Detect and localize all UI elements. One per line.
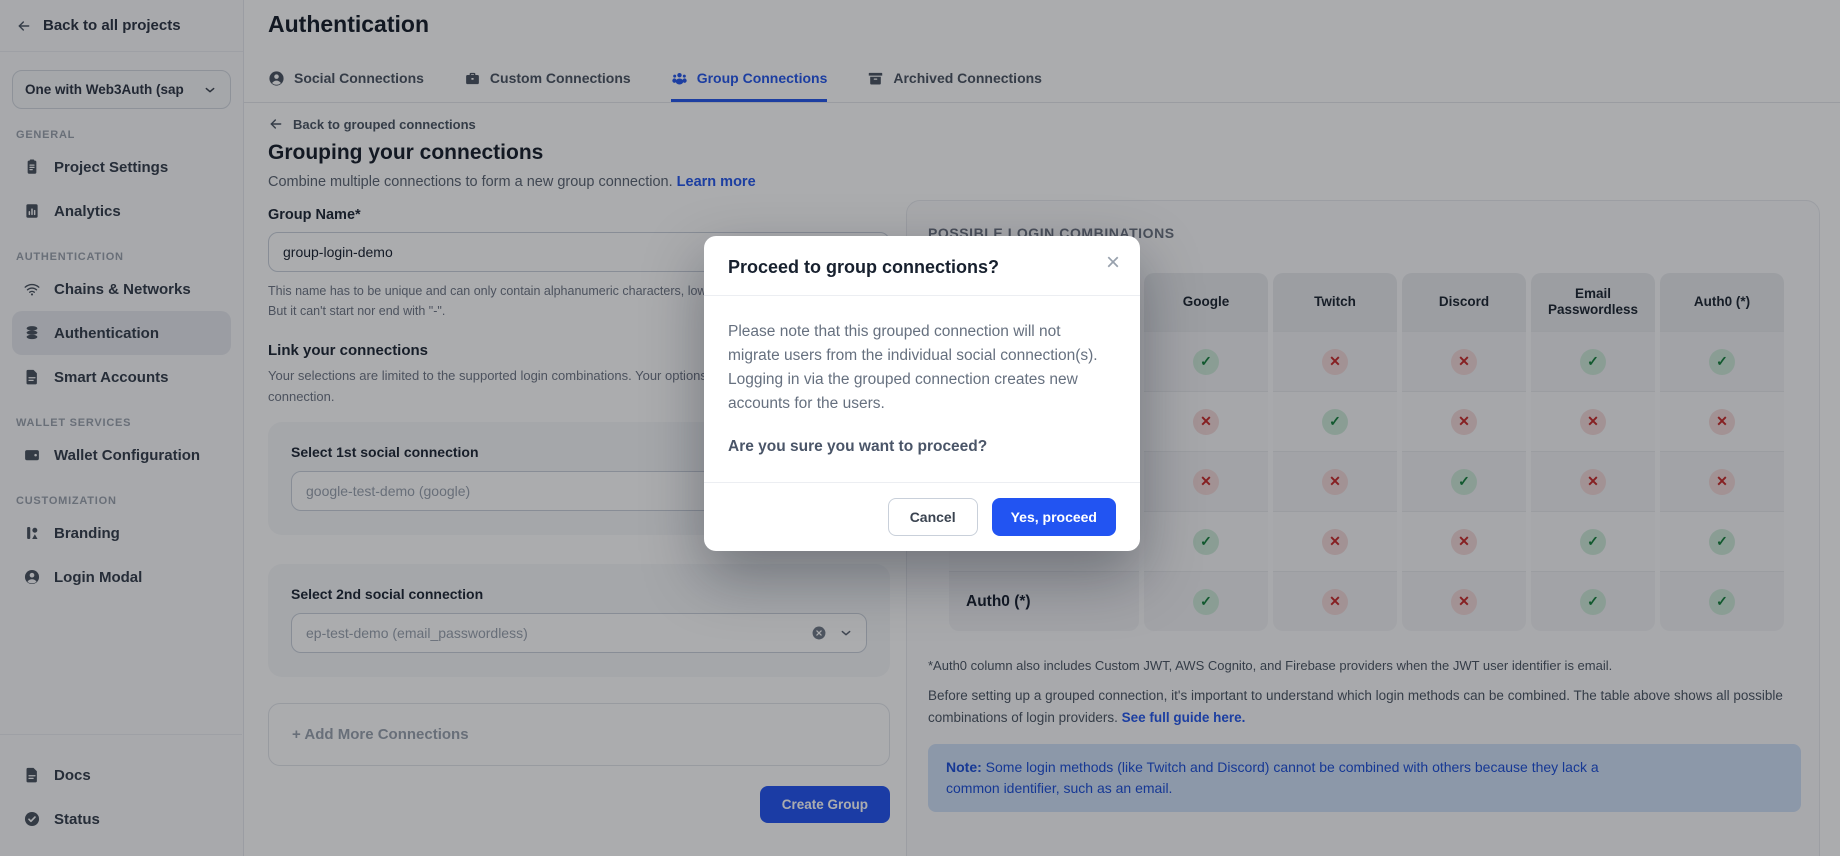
modal-footer: Cancel Yes, proceed: [704, 482, 1140, 551]
web3auth-dashboard: Back to all projects One with Web3Auth (…: [0, 0, 1840, 856]
yes-proceed-button[interactable]: Yes, proceed: [992, 498, 1116, 536]
modal-body: Please note that this grouped connection…: [704, 296, 1140, 482]
modal-message: Please note that this grouped connection…: [728, 320, 1116, 416]
close-icon[interactable]: ×: [1102, 247, 1124, 279]
modal-title: Proceed to group connections?: [728, 257, 1116, 278]
cancel-button[interactable]: Cancel: [888, 498, 978, 536]
modal-header: Proceed to group connections? ×: [704, 236, 1140, 296]
modal-confirm-question: Are you sure you want to proceed?: [728, 438, 1116, 456]
proceed-modal: Proceed to group connections? × Please n…: [704, 236, 1140, 551]
